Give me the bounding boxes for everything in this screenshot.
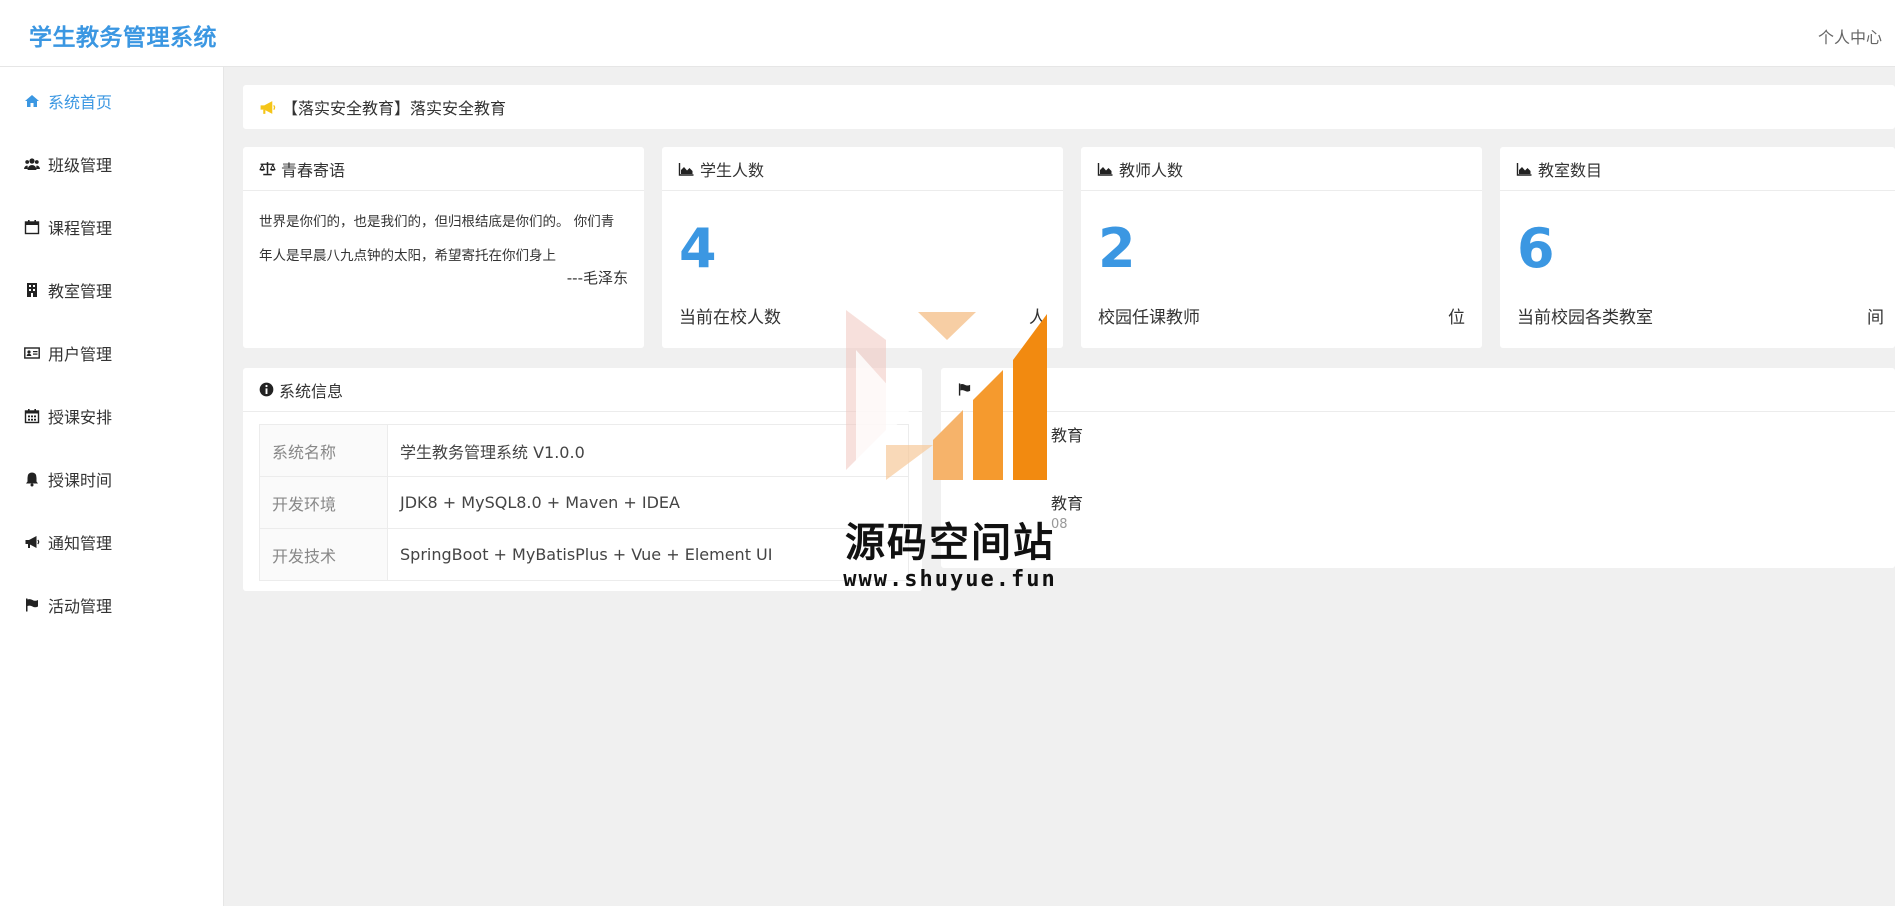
card-title: 教室数目 xyxy=(1538,160,1603,180)
home-icon xyxy=(22,92,42,110)
stat-description: 当前在校人数 xyxy=(679,308,781,328)
sidebar-item-label: 系统首页 xyxy=(48,93,113,112)
watermark-url: www.shuyue.fun xyxy=(843,567,1057,592)
sidebar-item-activity[interactable]: 活动管理 xyxy=(22,591,112,619)
stat-unit: 位 xyxy=(1448,308,1465,328)
stat-card-classrooms: 教室数目 6 当前校园各类教室 间 xyxy=(1500,147,1895,348)
area-chart-icon xyxy=(1097,162,1114,176)
area-chart-icon xyxy=(678,162,695,176)
building-icon xyxy=(22,281,42,299)
sidebar-item-label: 课程管理 xyxy=(48,219,113,238)
sidebar-item-label: 用户管理 xyxy=(48,345,113,364)
sidebar-item-classroom[interactable]: 教室管理 xyxy=(22,276,112,304)
sidebar-item-label: 授课安排 xyxy=(48,408,113,427)
sidebar-item-label: 班级管理 xyxy=(48,156,113,175)
sidebar-item-label: 通知管理 xyxy=(48,534,113,553)
card-header: 系统信息 xyxy=(243,368,922,412)
sidebar-item-user[interactable]: 用户管理 xyxy=(22,339,112,367)
sidebar-item-time[interactable]: 授课时间 xyxy=(22,465,112,493)
sidebar-item-label: 教室管理 xyxy=(48,282,113,301)
card-header: 教室数目 xyxy=(1500,147,1895,191)
megaphone-icon xyxy=(22,533,42,551)
user-center-link[interactable]: 个人中心 xyxy=(1818,24,1882,48)
info-circle-icon xyxy=(259,382,274,397)
watermark-title: 源码空间站 xyxy=(845,520,1055,566)
info-value: JDK8 + MySQL8.0 + Maven + IDEA xyxy=(387,476,909,529)
card-title: 系统信息 xyxy=(279,381,344,401)
system-info-card: 系统信息 系统名称 学生教务管理系统 V1.0.0 开发环境 JDK8 + My… xyxy=(243,368,922,591)
sidebar-item-class[interactable]: 班级管理 xyxy=(22,150,112,178)
flag-icon xyxy=(957,382,972,397)
card-header: 青春寄语 xyxy=(243,147,644,191)
stat-description: 校园任课教师 xyxy=(1098,308,1200,328)
quote-text: 世界是你们的，也是我们的，但归根结底是你们的。 你们青 年人是早晨八九点钟的太阳… xyxy=(243,191,644,273)
system-info-table: 系统名称 学生教务管理系统 V1.0.0 开发环境 JDK8 + MySQL8.… xyxy=(259,424,909,581)
table-row: 开发技术 SpringBoot + MyBatisPlus + Vue + El… xyxy=(259,528,909,581)
stat-number: 2 xyxy=(1098,217,1136,280)
card-header: 学生人数 xyxy=(662,147,1063,191)
stat-card-students: 学生人数 4 当前在校人数 人 xyxy=(662,147,1063,348)
top-header: 学生教务管理系统 个人中心 xyxy=(0,0,1895,67)
sidebar-item-course[interactable]: 课程管理 xyxy=(22,213,112,241)
stat-number: 6 xyxy=(1517,217,1555,280)
bell-icon xyxy=(22,470,42,488)
quote-card: 青春寄语 世界是你们的，也是我们的，但归根结底是你们的。 你们青 年人是早晨八九… xyxy=(243,147,644,348)
table-row: 系统名称 学生教务管理系统 V1.0.0 xyxy=(259,424,909,477)
card-header: 教师人数 xyxy=(1081,147,1482,191)
megaphone-icon xyxy=(259,99,276,116)
app-title: 学生教务管理系统 xyxy=(29,25,217,51)
balance-scale-icon xyxy=(259,161,276,176)
activity-item[interactable]: 教育 xyxy=(1051,422,1083,446)
info-value: 学生教务管理系统 V1.0.0 xyxy=(387,424,909,477)
sidebar-item-schedule[interactable]: 授课安排 xyxy=(22,402,112,430)
flag-icon xyxy=(22,596,42,614)
sidebar-item-label: 活动管理 xyxy=(48,597,113,616)
calendar-grid-icon xyxy=(22,407,42,425)
card-title: 教师人数 xyxy=(1119,160,1184,180)
sidebar: 系统首页 班级管理 课程管理 教室管理 用户管理 授课安排 授课时间 通知管理 … xyxy=(0,67,224,906)
info-key: 开发技术 xyxy=(259,528,388,581)
activities-card: 教育 教育 08 xyxy=(941,368,1895,568)
notice-bar[interactable]: 【落实安全教育】落实安全教育 xyxy=(243,85,1895,129)
stat-unit: 人 xyxy=(1029,308,1046,328)
stat-unit: 间 xyxy=(1867,308,1884,328)
card-header xyxy=(941,368,1895,412)
sidebar-item-notice[interactable]: 通知管理 xyxy=(22,528,112,556)
card-title: 青春寄语 xyxy=(281,160,346,180)
notice-text: 【落实安全教育】落实安全教育 xyxy=(282,99,507,118)
quote-line: 世界是你们的，也是我们的，但归根结底是你们的。 你们青 xyxy=(259,214,615,230)
area-chart-icon xyxy=(1516,162,1533,176)
stat-card-teachers: 教师人数 2 校园任课教师 位 xyxy=(1081,147,1482,348)
card-title: 学生人数 xyxy=(700,160,765,180)
id-card-icon xyxy=(22,344,42,362)
sidebar-item-home[interactable]: 系统首页 xyxy=(22,87,112,115)
info-key: 开发环境 xyxy=(259,476,388,529)
sidebar-item-label: 授课时间 xyxy=(48,471,113,490)
stat-description: 当前校园各类教室 xyxy=(1517,308,1653,328)
calendar-icon xyxy=(22,218,42,236)
users-icon xyxy=(22,155,42,173)
table-row: 开发环境 JDK8 + MySQL8.0 + Maven + IDEA xyxy=(259,476,909,529)
info-key: 系统名称 xyxy=(259,424,388,477)
stat-number: 4 xyxy=(679,217,717,280)
